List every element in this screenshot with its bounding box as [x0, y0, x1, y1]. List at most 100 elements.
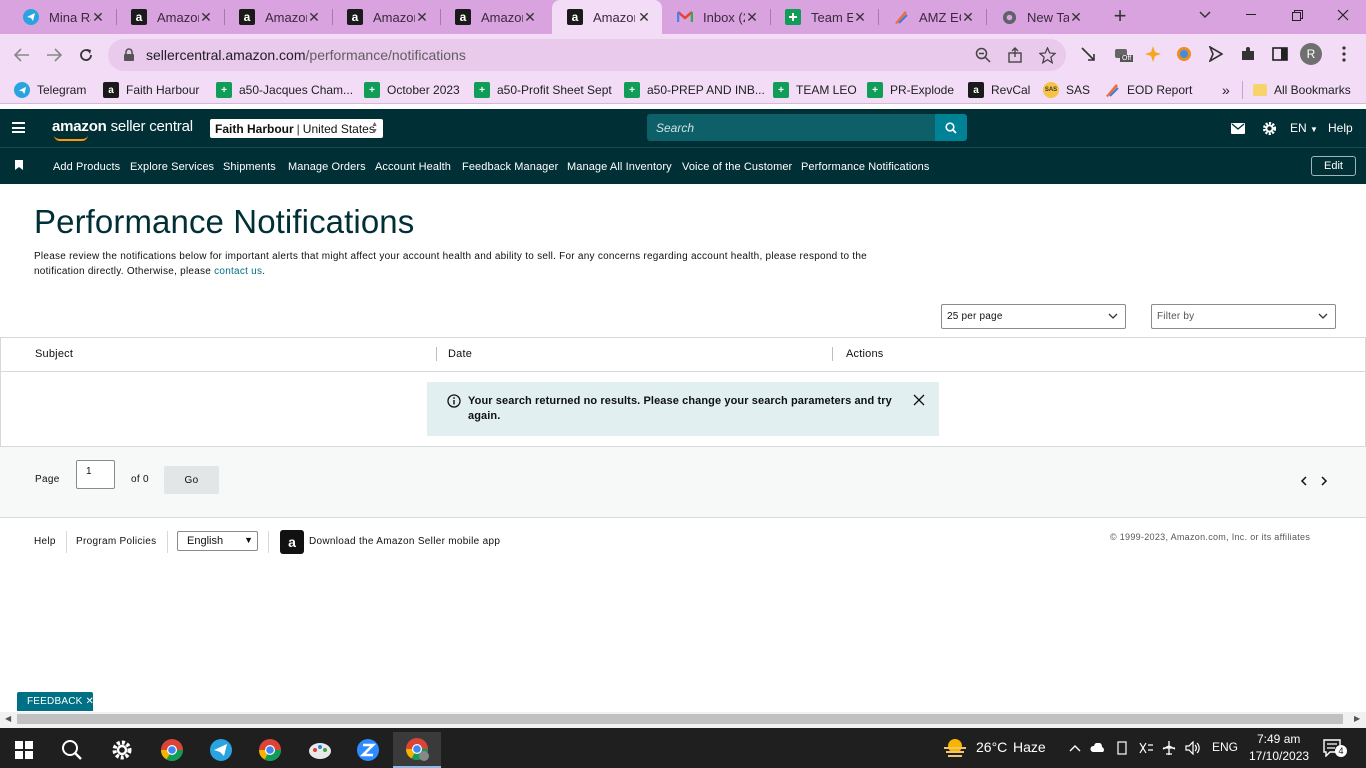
- volume-icon[interactable]: [1185, 740, 1201, 756]
- keyboard-language[interactable]: ENG: [1212, 740, 1238, 754]
- chevron-left-icon[interactable]: [1300, 476, 1308, 486]
- bookmark-item[interactable]: a Faith Harbour: [103, 81, 199, 99]
- zoom-icon[interactable]: [974, 47, 992, 65]
- browser-tab[interactable]: a Amazon ✕: [116, 0, 224, 34]
- chrome-profile-icon[interactable]: [393, 732, 441, 768]
- clock-time[interactable]: 7:49 am: [1257, 732, 1300, 746]
- bookmark-item[interactable]: + a50-PREP AND INB...: [624, 81, 765, 99]
- seller-central-logo[interactable]: amazon seller central: [52, 118, 193, 141]
- scroll-right-icon[interactable]: ▶: [1354, 714, 1360, 723]
- paint-icon[interactable]: [296, 732, 344, 768]
- close-icon[interactable]: ✕: [1068, 9, 1084, 25]
- bookmark-item[interactable]: + a50-Jacques Cham...: [216, 81, 353, 99]
- per-page-select[interactable]: 25 per page: [941, 304, 1126, 329]
- horizontal-scrollbar[interactable]: ◀ ▶: [0, 712, 1366, 728]
- browser-tab[interactable]: a Amazon ✕: [440, 0, 548, 34]
- bookmark-item[interactable]: + a50-Profit Sheet Sept: [474, 81, 612, 99]
- bookmark-item[interactable]: Telegram: [14, 81, 86, 99]
- browser-tab[interactable]: Inbox (2 ✕: [662, 0, 770, 34]
- forward-arrow-icon[interactable]: [39, 40, 69, 70]
- clock-date[interactable]: 17/10/2023: [1249, 749, 1309, 763]
- search-input[interactable]: Search: [647, 114, 935, 141]
- feedback-button[interactable]: FEEDBACK ✕: [17, 692, 95, 711]
- go-button[interactable]: Go: [164, 466, 219, 494]
- telegram-icon[interactable]: [197, 732, 245, 768]
- nav-voice-of-the-customer[interactable]: Voice of the Customer: [682, 161, 792, 173]
- scroll-left-icon[interactable]: ◀: [5, 714, 11, 723]
- browser-tab-active[interactable]: a Amazon ✕: [552, 0, 662, 34]
- chevron-up-icon[interactable]: [1067, 740, 1083, 756]
- contact-us-link[interactable]: contact us: [214, 266, 262, 277]
- nav-performance-notifications[interactable]: Performance Notifications: [801, 161, 929, 173]
- zoom-app-icon[interactable]: [344, 732, 392, 768]
- extensions-puzzle-icon[interactable]: [1238, 44, 1258, 64]
- close-icon[interactable]: ✕: [414, 9, 430, 25]
- close-icon[interactable]: ✕: [960, 9, 976, 25]
- close-icon[interactable]: ✕: [306, 9, 322, 25]
- bookmark-item[interactable]: EOD Report: [1104, 81, 1192, 99]
- minimize-icon[interactable]: [1228, 0, 1274, 30]
- bookmark-item[interactable]: + PR-Explode: [867, 81, 954, 99]
- search-icon[interactable]: [48, 732, 96, 768]
- settings-gear-icon[interactable]: [98, 732, 146, 768]
- program-policies-link[interactable]: Program Policies: [76, 536, 156, 547]
- search-button[interactable]: [935, 114, 967, 141]
- new-tab-plus-icon[interactable]: +: [1110, 5, 1130, 27]
- language-selector[interactable]: EN ▼: [1290, 121, 1318, 135]
- window-close-icon[interactable]: [1320, 0, 1366, 30]
- browser-tab[interactable]: a Amazon ✕: [332, 0, 440, 34]
- settings-gear-icon[interactable]: [1261, 120, 1277, 136]
- footer-help-link[interactable]: Help: [34, 536, 56, 547]
- extension-send-icon[interactable]: [1078, 44, 1098, 64]
- download-app-link[interactable]: Download the Amazon Seller mobile app: [309, 536, 500, 547]
- extension-circle-icon[interactable]: [1174, 44, 1194, 64]
- browser-tab[interactable]: New Ta ✕: [986, 0, 1094, 34]
- browser-tab[interactable]: Mina Ra ✕: [8, 0, 116, 34]
- extension-cursor-icon[interactable]: [1206, 44, 1226, 64]
- column-header-subject[interactable]: Subject: [35, 348, 73, 360]
- edit-nav-button[interactable]: Edit: [1311, 156, 1356, 176]
- bookmark-item[interactable]: a RevCal: [968, 81, 1030, 99]
- close-icon[interactable]: ✕: [90, 9, 106, 25]
- close-icon[interactable]: ✕: [744, 9, 760, 25]
- input-method-icon[interactable]: [1138, 740, 1154, 756]
- bookmark-flag-icon[interactable]: [15, 160, 23, 170]
- nav-feedback-manager[interactable]: Feedback Manager: [462, 161, 558, 173]
- share-icon[interactable]: [1006, 47, 1024, 65]
- kebab-menu-icon[interactable]: [1334, 44, 1354, 64]
- nav-add-products[interactable]: Add Products: [53, 161, 120, 173]
- chevron-right-icon[interactable]: [1320, 476, 1328, 486]
- nav-manage-orders[interactable]: Manage Orders: [288, 161, 366, 173]
- column-header-date[interactable]: Date: [448, 348, 472, 360]
- close-icon[interactable]: ✕: [852, 9, 868, 25]
- weather-condition[interactable]: Haze: [1013, 739, 1046, 755]
- address-bar[interactable]: sellercentral.amazon.com/performance/not…: [108, 39, 1066, 71]
- amazon-app-icon[interactable]: a: [280, 530, 304, 554]
- extension-new-icon[interactable]: [1143, 44, 1163, 64]
- browser-tab[interactable]: a Amazon ✕: [224, 0, 332, 34]
- close-icon[interactable]: [913, 394, 925, 406]
- star-icon[interactable]: [1037, 46, 1057, 65]
- restore-icon[interactable]: [1274, 0, 1320, 30]
- side-panel-icon[interactable]: [1270, 44, 1290, 64]
- filter-select[interactable]: Filter by: [1151, 304, 1336, 329]
- chrome-icon[interactable]: [246, 732, 294, 768]
- weather-haze-icon[interactable]: [942, 737, 968, 759]
- lock-icon[interactable]: [122, 48, 136, 62]
- bookmark-item[interactable]: SAS SAS: [1043, 81, 1090, 99]
- chrome-icon[interactable]: [148, 732, 196, 768]
- bookmark-item[interactable]: + October 2023: [364, 81, 460, 99]
- bookmarks-overflow-icon[interactable]: »: [1222, 81, 1230, 99]
- back-arrow-icon[interactable]: [7, 40, 37, 70]
- browser-tab[interactable]: Team Ex ✕: [770, 0, 878, 34]
- profile-avatar[interactable]: R: [1300, 43, 1322, 65]
- notification-center-icon[interactable]: 4: [1323, 739, 1347, 758]
- scrollbar-thumb[interactable]: [17, 714, 1343, 724]
- device-icon[interactable]: [1114, 740, 1130, 756]
- nav-explore-services[interactable]: Explore Services: [130, 161, 214, 173]
- nav-shipments[interactable]: Shipments: [223, 161, 276, 173]
- windows-start-icon[interactable]: [0, 732, 48, 768]
- close-icon[interactable]: ✕: [86, 696, 95, 707]
- hamburger-menu-icon[interactable]: [12, 122, 25, 133]
- browser-tab[interactable]: AMZ EC ✕: [878, 0, 986, 34]
